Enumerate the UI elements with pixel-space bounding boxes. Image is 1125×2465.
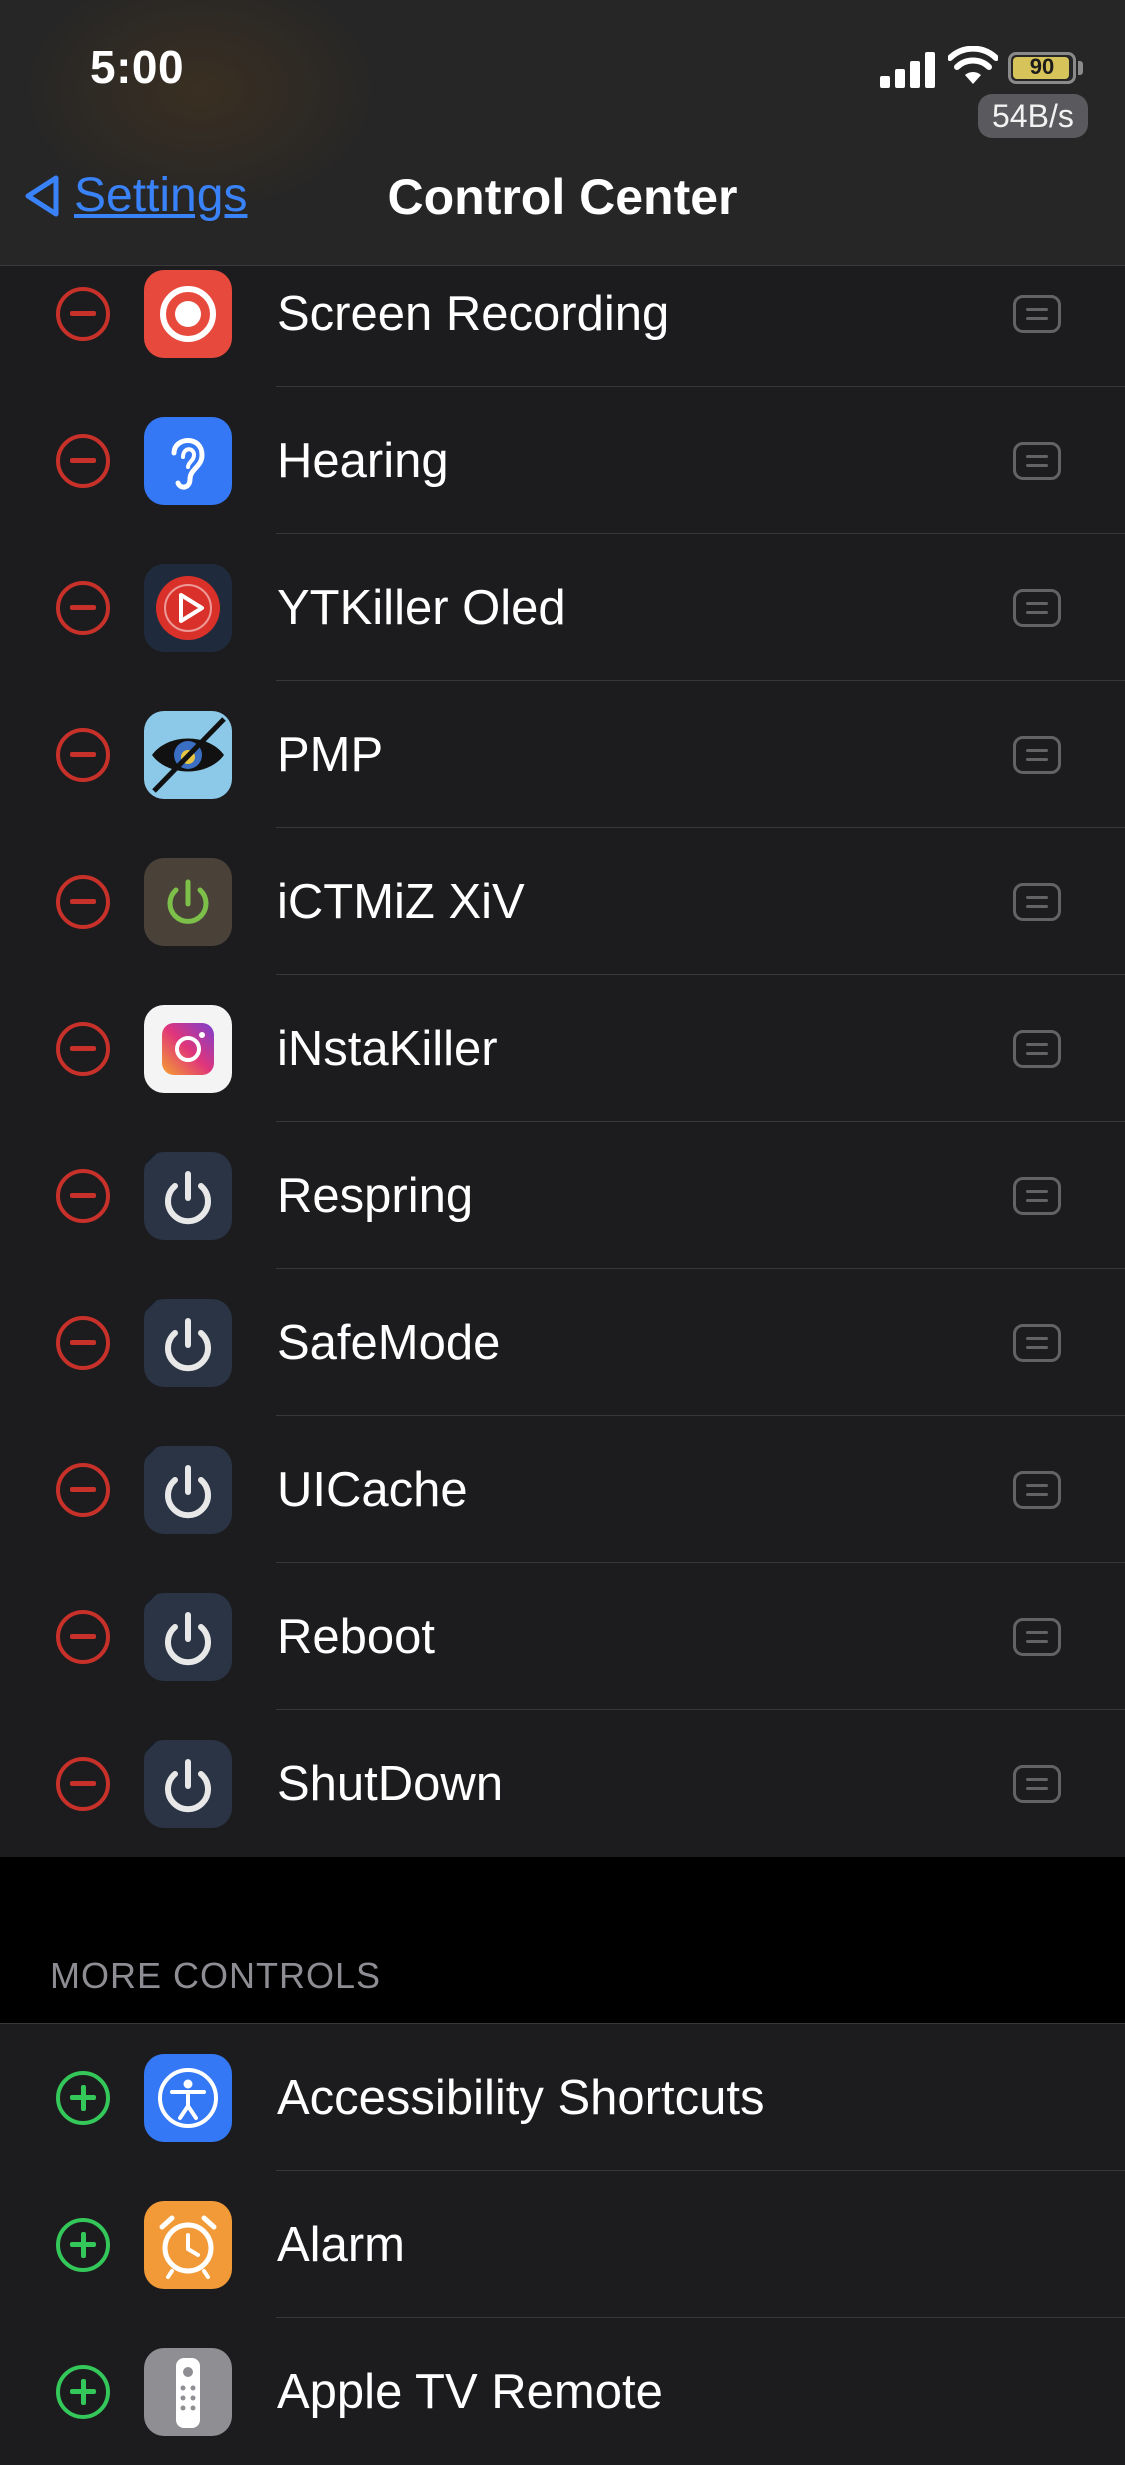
reorder-handle-icon[interactable] [1013, 1176, 1061, 1215]
remove-button[interactable] [56, 727, 110, 782]
list-item: Hearing [0, 387, 1125, 534]
remove-button[interactable] [56, 1168, 110, 1223]
list-item-label: Apple TV Remote [277, 2364, 663, 2419]
list-item-label: UICache [277, 1462, 468, 1517]
remove-button[interactable] [56, 580, 110, 635]
remove-button[interactable] [56, 1756, 110, 1811]
add-button[interactable] [56, 2364, 110, 2419]
list-item-label: Reboot [277, 1609, 436, 1664]
list-item: PMP [0, 681, 1125, 828]
accessibility-icon [144, 2053, 232, 2142]
power-icon [144, 1298, 232, 1387]
list-item: Reboot [0, 1563, 1125, 1710]
power-icon [144, 1592, 232, 1681]
reorder-handle-icon[interactable] [1013, 441, 1061, 480]
list-item-label: PMP [277, 727, 384, 782]
ytkiller-play-icon [144, 563, 232, 652]
section-header: MORE CONTROLS [50, 1955, 382, 1996]
battery-level: 90 [1029, 54, 1055, 79]
reorder-handle-icon[interactable] [1013, 735, 1061, 774]
more-controls-list: Accessibility Shortcuts Alarm Apple TV R… [0, 2023, 1125, 2465]
list-item-label: iNstaKiller [277, 1021, 498, 1076]
list-item-label: YTKiller Oled [277, 580, 566, 635]
list-item-label: Hearing [277, 433, 449, 488]
list-item: Apple TV Remote [0, 2318, 1125, 2465]
list-item-label: SafeMode [277, 1315, 501, 1370]
reorder-handle-icon[interactable] [1013, 1323, 1061, 1362]
remove-button[interactable] [56, 433, 110, 488]
tv-remote-icon [144, 2347, 232, 2436]
list-item-label: Alarm [277, 2217, 405, 2272]
add-button[interactable] [56, 2070, 110, 2125]
reorder-handle-icon[interactable] [1013, 588, 1061, 627]
wifi-icon [948, 46, 998, 84]
cellular-signal-icon [880, 50, 936, 88]
list-item: Accessibility Shortcuts [0, 2024, 1125, 2171]
list-item-label: Accessibility Shortcuts [277, 2070, 765, 2125]
reorder-handle-icon[interactable] [1013, 294, 1061, 333]
power-icon [144, 1445, 232, 1534]
navigation-bar: 5:00 90 54B/s Settings Control Center [0, 0, 1125, 266]
power-icon [144, 1151, 232, 1240]
reorder-handle-icon[interactable] [1013, 882, 1061, 921]
status-time: 5:00 [90, 41, 185, 93]
screen-recording-icon [144, 269, 232, 358]
remove-button[interactable] [56, 1315, 110, 1370]
ictmiz-power-icon [144, 857, 232, 946]
remove-button[interactable] [56, 1609, 110, 1664]
add-button[interactable] [56, 2217, 110, 2272]
remove-button[interactable] [56, 286, 110, 341]
remove-button[interactable] [56, 874, 110, 929]
network-speed-badge: 54B/s [978, 94, 1088, 138]
list-item: Respring [0, 1122, 1125, 1269]
remove-button[interactable] [56, 1462, 110, 1517]
included-controls-list: Screen Recording Hearing YTKiller Oled P… [0, 240, 1125, 1857]
list-item: UICache [0, 1416, 1125, 1563]
list-item: SafeMode [0, 1269, 1125, 1416]
power-icon [144, 1739, 232, 1828]
page-title: Control Center [387, 169, 738, 225]
reorder-handle-icon[interactable] [1013, 1617, 1061, 1656]
battery-tip [1078, 61, 1083, 75]
reorder-handle-icon[interactable] [1013, 1470, 1061, 1509]
list-item: iNstaKiller [0, 975, 1125, 1122]
list-item-label: Screen Recording [277, 286, 670, 341]
reorder-handle-icon[interactable] [1013, 1764, 1061, 1803]
instakiller-camera-icon [144, 1004, 232, 1093]
remove-button[interactable] [56, 1021, 110, 1076]
alarm-clock-icon [144, 2200, 232, 2289]
list-item-label: Respring [277, 1168, 474, 1223]
battery-icon: 90 [1008, 52, 1076, 84]
hearing-ear-icon [144, 416, 232, 505]
list-item-label: ShutDown [277, 1756, 504, 1811]
list-item-label: iCTMiZ XiV [277, 874, 525, 929]
list-item: iCTMiZ XiV [0, 828, 1125, 975]
reorder-handle-icon[interactable] [1013, 1029, 1061, 1068]
pmp-eye-icon [144, 710, 232, 799]
list-item: Alarm [0, 2171, 1125, 2318]
list-item: YTKiller Oled [0, 534, 1125, 681]
list-item: ShutDown [0, 1710, 1125, 1857]
